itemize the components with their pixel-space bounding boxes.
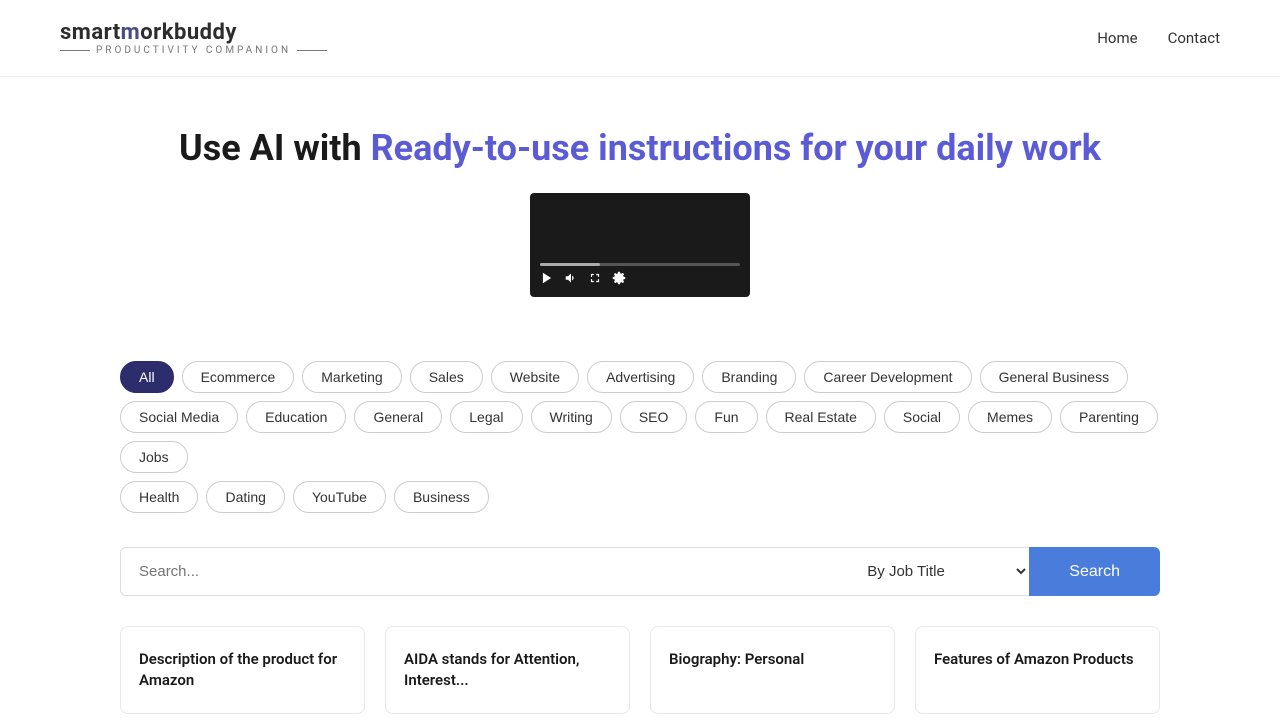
hero-title: Use AI with Ready-to-use instructions fo…	[20, 127, 1260, 169]
nav-contact[interactable]: Contact	[1168, 29, 1220, 47]
filter-ecommerce[interactable]: Ecommerce	[182, 361, 295, 393]
card-title-3: Features of Amazon Products	[934, 649, 1141, 670]
video-progress-fill	[540, 263, 600, 266]
fullscreen-icon[interactable]	[588, 270, 602, 289]
logo-subtitle: PRODUCTIVITY COMPANION	[60, 45, 327, 56]
video-player[interactable]	[530, 193, 750, 297]
card-2: Biography: Personal	[650, 626, 895, 714]
filter-row-2: Social Media Education General Legal Wri…	[120, 401, 1160, 473]
card-title-0: Description of the product for Amazon	[139, 649, 346, 691]
filter-writing[interactable]: Writing	[531, 401, 612, 433]
card-1: AIDA stands for Attention, Interest...	[385, 626, 630, 714]
filter-career-development[interactable]: Career Development	[804, 361, 971, 393]
main-nav: Home Contact	[1097, 29, 1220, 47]
nav-home[interactable]: Home	[1097, 29, 1137, 47]
filter-social-media[interactable]: Social Media	[120, 401, 238, 433]
filter-row-3: Health Dating YouTube Business	[120, 481, 1160, 513]
filter-general[interactable]: General	[354, 401, 442, 433]
filter-general-business[interactable]: General Business	[980, 361, 1129, 393]
filter-youtube[interactable]: YouTube	[293, 481, 386, 513]
filter-marketing[interactable]: Marketing	[302, 361, 401, 393]
filter-jobs[interactable]: Jobs	[120, 441, 188, 473]
filters-section: All Ecommerce Marketing Sales Website Ad…	[60, 351, 1220, 531]
logo-text: smartmorkbuddy	[60, 20, 237, 45]
video-controls	[530, 270, 750, 289]
volume-icon[interactable]	[564, 270, 578, 289]
filter-advertising[interactable]: Advertising	[587, 361, 694, 393]
filter-parenting[interactable]: Parenting	[1060, 401, 1158, 433]
search-input[interactable]	[120, 547, 849, 596]
card-title-1: AIDA stands for Attention, Interest...	[404, 649, 611, 691]
hero-section: Use AI with Ready-to-use instructions fo…	[0, 77, 1280, 351]
card-0: Description of the product for Amazon	[120, 626, 365, 714]
filter-memes[interactable]: Memes	[968, 401, 1052, 433]
filter-social[interactable]: Social	[884, 401, 960, 433]
search-section: By Job Title By Category By Keyword Sear…	[60, 547, 1220, 596]
filter-seo[interactable]: SEO	[620, 401, 688, 433]
play-icon[interactable]	[540, 270, 554, 289]
search-filter-select[interactable]: By Job Title By Category By Keyword	[849, 547, 1029, 596]
hero-title-plain: Use AI with	[179, 127, 371, 169]
filter-real-estate[interactable]: Real Estate	[766, 401, 876, 433]
filter-business[interactable]: Business	[394, 481, 489, 513]
filter-all[interactable]: All	[120, 361, 174, 393]
filter-health[interactable]: Health	[120, 481, 198, 513]
filter-website[interactable]: Website	[491, 361, 579, 393]
hero-title-highlight: Ready-to-use instructions for your daily…	[371, 127, 1101, 169]
filter-sales[interactable]: Sales	[410, 361, 483, 393]
logo: smartmorkbuddy PRODUCTIVITY COMPANION	[60, 20, 327, 56]
video-container	[20, 193, 1260, 297]
search-button[interactable]: Search	[1029, 547, 1160, 596]
settings-icon[interactable]	[612, 270, 626, 289]
header: smartmorkbuddy PRODUCTIVITY COMPANION Ho…	[0, 0, 1280, 77]
filter-row-1: All Ecommerce Marketing Sales Website Ad…	[120, 361, 1160, 393]
video-progress-bar[interactable]	[540, 263, 740, 266]
filter-branding[interactable]: Branding	[702, 361, 796, 393]
filter-education[interactable]: Education	[246, 401, 346, 433]
card-title-2: Biography: Personal	[669, 649, 876, 670]
card-3: Features of Amazon Products	[915, 626, 1160, 714]
cards-section: Description of the product for Amazon AI…	[60, 626, 1220, 714]
filter-dating[interactable]: Dating	[206, 481, 284, 513]
filter-fun[interactable]: Fun	[695, 401, 757, 433]
filter-legal[interactable]: Legal	[450, 401, 522, 433]
